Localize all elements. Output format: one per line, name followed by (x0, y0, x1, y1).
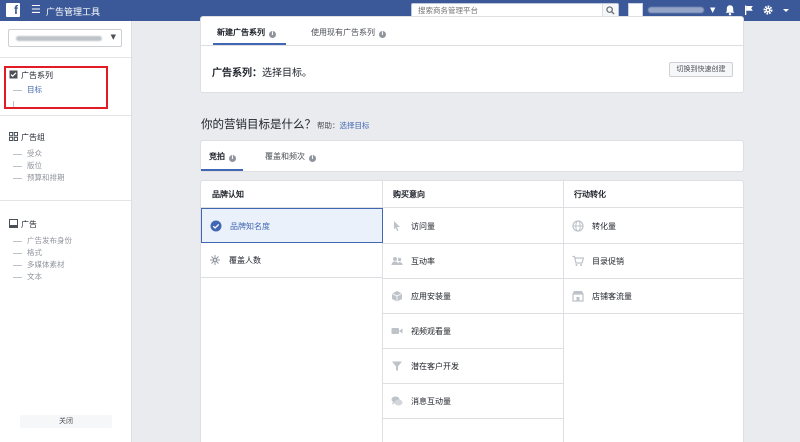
chevron-down-icon: ▼ (110, 33, 116, 41)
objective-lead-generation[interactable]: 潜在客户开发 (383, 349, 563, 384)
campaign-card: 新建广告系列 i 使用现有广告系列 i 广告系列：选择目标。 切换到快速创建 (200, 16, 744, 93)
facebook-logo[interactable]: f (6, 3, 20, 17)
objective-label: 访问量 (411, 222, 435, 231)
campaign-heading-label: 广告系列： (212, 68, 262, 79)
help-text: 帮助：选择目标 (317, 120, 370, 131)
campaign-highlight-box (4, 66, 108, 109)
app-title[interactable]: 广告管理工具 (46, 5, 100, 18)
info-icon: i (229, 155, 236, 162)
objective-store-traffic[interactable]: 店铺客流量 (564, 279, 744, 314)
tab-new-campaign[interactable]: 新建广告系列 i (217, 27, 276, 38)
objective-traffic[interactable]: 访问量 (383, 209, 563, 244)
flag-icon[interactable] (743, 4, 755, 16)
objective-label: 应用安装量 (411, 292, 451, 301)
tab-reach-frequency[interactable]: 覆盖和频次 i (265, 151, 316, 162)
objective-video-views[interactable]: 视频观看量 (383, 314, 563, 349)
ad-account-name-redacted (16, 36, 102, 41)
tab-reach-frequency-label: 覆盖和频次 (265, 152, 305, 161)
active-tab-indicator (201, 169, 243, 171)
video-camera-icon (391, 328, 403, 334)
sidebar-item-budget-schedule[interactable]: 预算和排期 (13, 172, 65, 184)
campaign-heading-hint: 选择目标。 (262, 68, 312, 79)
objective-label: 品牌知名度 (230, 222, 270, 231)
column-header-consideration: 购买意向 (382, 181, 563, 208)
sidebar-item-media[interactable]: 多媒体素材 (13, 259, 72, 271)
objective-label: 视频观看量 (411, 327, 451, 336)
ad-account-selector[interactable]: ▼ (8, 29, 122, 47)
grid-icon (9, 132, 18, 141)
tab-auction[interactable]: 竞拍 i (209, 151, 236, 162)
objective-grid: 品牌认知 品牌知名度 覆盖人数 购买意向 访问量 互动率 应用安装量 视频观看量… (200, 180, 744, 442)
sidebar-divider (0, 57, 131, 58)
sidebar-adset-label: 广告组 (21, 133, 45, 142)
objective-label: 消息互动量 (411, 397, 451, 406)
close-sidebar-button[interactable]: 关闭 (20, 415, 112, 428)
chat-bubbles-icon (391, 396, 403, 406)
info-icon: i (309, 155, 316, 162)
search-icon (606, 6, 615, 15)
buying-type-tabs: 竞拍 i 覆盖和频次 i (200, 140, 744, 172)
bell-icon[interactable] (724, 4, 736, 16)
sidebar-item-audience[interactable]: 受众 (13, 148, 65, 160)
chevron-down-icon: ▼ (710, 6, 716, 14)
info-icon: i (379, 31, 386, 38)
column-header-conversion: 行动转化 (563, 181, 744, 208)
objective-catalog-sales[interactable]: 目录促销 (564, 244, 744, 279)
objective-label: 互动率 (411, 257, 435, 266)
objective-question: 你的营销目标是什么？ (201, 117, 316, 131)
people-icon (391, 257, 403, 265)
help-choose-objective-link[interactable]: 选择目标 (340, 121, 370, 130)
column-header-awareness: 品牌认知 (201, 181, 382, 208)
sidebar-item-text[interactable]: 文本 (13, 271, 72, 283)
adset-subitems: 受众 版位 预算和排期 (13, 148, 65, 184)
caret-down-icon[interactable] (782, 4, 790, 16)
box-icon (391, 291, 403, 302)
sidebar-ad-label: 广告 (21, 220, 37, 229)
quick-create-button[interactable]: 切换到快速创建 (669, 62, 733, 77)
sidebar-item-format[interactable]: 格式 (13, 247, 72, 259)
campaign-heading: 广告系列：选择目标。 (212, 64, 312, 79)
sidebar: ▼ 广告系列 目标 广告组 受众 版位 预算和排期 广告 广告发布身份 格式 多… (0, 21, 132, 442)
help-prefix: 帮助： (317, 121, 340, 130)
store-icon (572, 291, 584, 302)
sidebar-item-ad[interactable]: 广告 (9, 219, 37, 230)
objective-app-installs[interactable]: 应用安装量 (383, 279, 563, 314)
tab-existing-campaign[interactable]: 使用现有广告系列 i (311, 27, 386, 38)
sidebar-item-adset[interactable]: 广告组 (9, 132, 45, 143)
objective-label: 目录促销 (592, 257, 624, 266)
sidebar-divider (0, 200, 131, 201)
gear-icon[interactable] (762, 4, 774, 16)
objective-label: 潜在客户开发 (411, 362, 459, 371)
objective-conversions[interactable]: 转化量 (564, 209, 744, 244)
globe-icon (572, 220, 584, 232)
objective-messages[interactable]: 消息互动量 (383, 384, 563, 419)
objective-label: 转化量 (592, 222, 616, 231)
square-icon (9, 219, 18, 228)
objective-label: 覆盖人数 (229, 256, 261, 265)
tab-existing-campaign-label: 使用现有广告系列 (311, 28, 375, 37)
objective-brand-awareness[interactable]: 品牌知名度 (201, 208, 383, 243)
sidebar-divider (0, 115, 131, 116)
account-name-redacted (648, 7, 704, 13)
cursor-icon (394, 221, 400, 232)
funnel-icon (392, 361, 402, 371)
ad-subitems: 广告发布身份 格式 多媒体素材 文本 (13, 235, 72, 283)
shopping-cart-icon (572, 255, 584, 266)
tab-new-campaign-label: 新建广告系列 (217, 28, 265, 37)
check-circle-icon (210, 220, 222, 232)
tab-auction-label: 竞拍 (209, 152, 225, 161)
info-icon: i (269, 31, 276, 38)
objective-reach[interactable]: 覆盖人数 (201, 243, 382, 278)
sidebar-item-placements[interactable]: 版位 (13, 160, 65, 172)
sidebar-item-identity[interactable]: 广告发布身份 (13, 235, 72, 247)
hamburger-icon[interactable]: ☰ (31, 4, 41, 16)
objective-label: 店铺客流量 (592, 292, 632, 301)
asterisk-icon (210, 255, 220, 265)
divider (201, 45, 743, 46)
objective-engagement[interactable]: 互动率 (383, 244, 563, 279)
